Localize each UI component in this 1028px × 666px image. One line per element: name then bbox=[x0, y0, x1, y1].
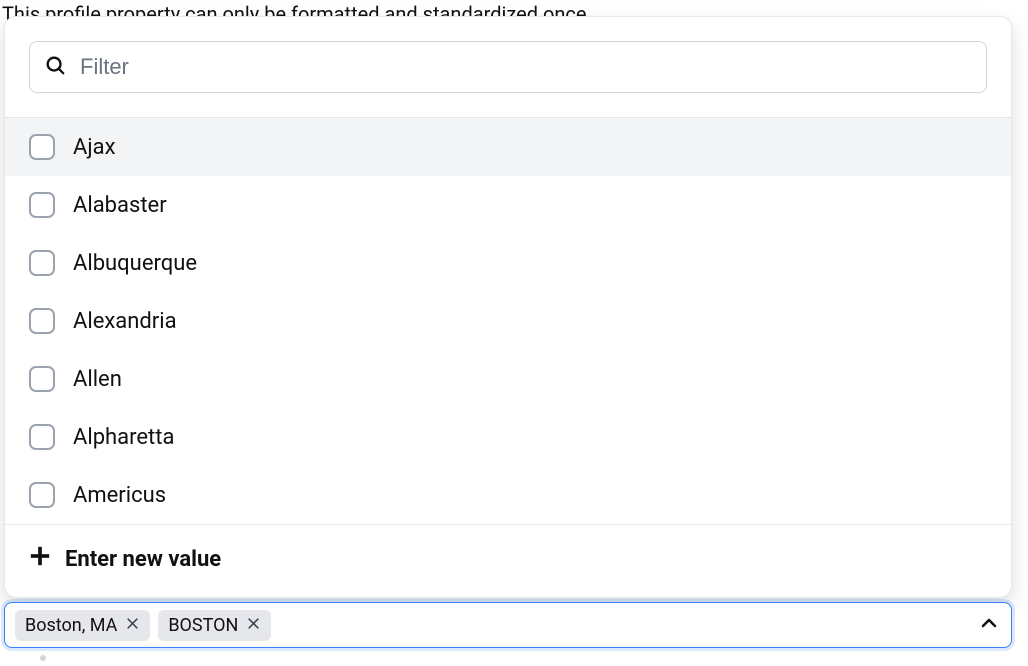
close-icon[interactable] bbox=[125, 615, 140, 636]
option-label: Alpharetta bbox=[73, 425, 174, 450]
close-icon[interactable] bbox=[246, 615, 261, 636]
option-label: Americus bbox=[73, 483, 166, 508]
enter-new-value-button[interactable]: Enter new value bbox=[5, 524, 1011, 597]
option-checkbox[interactable] bbox=[29, 308, 55, 334]
option-row[interactable]: Alexandria bbox=[5, 292, 1011, 350]
option-checkbox[interactable] bbox=[29, 424, 55, 450]
search-icon bbox=[44, 54, 66, 80]
option-checkbox[interactable] bbox=[29, 192, 55, 218]
option-row[interactable]: Alpharetta bbox=[5, 408, 1011, 466]
option-label: Albuquerque bbox=[73, 251, 197, 276]
option-row[interactable]: Alabaster bbox=[5, 176, 1011, 234]
option-label: Ajax bbox=[73, 135, 116, 160]
option-row[interactable]: Americus bbox=[5, 466, 1011, 524]
options-list[interactable]: Ajax Alabaster Albuquerque Alexandria Allen A… bbox=[5, 117, 1011, 524]
chip-label: BOSTON bbox=[168, 615, 238, 636]
multiselect-field[interactable]: Boston, MA BOSTON bbox=[4, 602, 1012, 648]
enter-new-value-label: Enter new value bbox=[65, 547, 221, 572]
option-checkbox[interactable] bbox=[29, 250, 55, 276]
chevron-up-icon[interactable] bbox=[977, 611, 1001, 639]
option-label: Allen bbox=[73, 367, 122, 392]
decorative-dot bbox=[40, 655, 46, 661]
filter-input[interactable] bbox=[78, 53, 972, 81]
selected-chip: Boston, MA bbox=[15, 610, 150, 641]
option-checkbox[interactable] bbox=[29, 366, 55, 392]
option-label: Alabaster bbox=[73, 193, 167, 218]
selected-chip: BOSTON bbox=[158, 610, 271, 641]
option-checkbox[interactable] bbox=[29, 134, 55, 160]
option-checkbox[interactable] bbox=[29, 482, 55, 508]
option-label: Alexandria bbox=[73, 309, 177, 334]
dropdown-panel: Ajax Alabaster Albuquerque Alexandria Allen A… bbox=[4, 16, 1012, 598]
option-row[interactable]: Albuquerque bbox=[5, 234, 1011, 292]
option-row[interactable]: Allen bbox=[5, 350, 1011, 408]
chip-label: Boston, MA bbox=[25, 615, 117, 636]
search-area bbox=[5, 17, 1011, 117]
filter-input-wrap[interactable] bbox=[29, 41, 987, 93]
option-row[interactable]: Ajax bbox=[5, 118, 1011, 176]
plus-icon bbox=[29, 545, 51, 573]
